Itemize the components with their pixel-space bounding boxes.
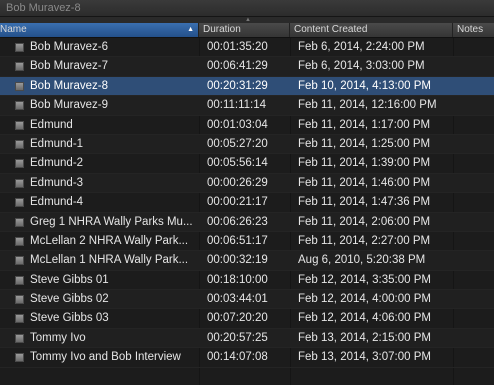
clip-name: Steve Gibbs 02	[30, 293, 109, 306]
clip-content-created: Feb 11, 2014, 2:06:00 PM	[298, 215, 431, 228]
table-row[interactable]: Steve Gibbs 01 00:18:10:00 Feb 12, 2014, 3…	[0, 271, 494, 291]
clip-content-created: Feb 6, 2014, 2:24:00 PM	[298, 41, 425, 53]
clip-content-created: Feb 11, 2014, 1:46:00 PM	[298, 176, 431, 189]
clip-name: McLellan 2 NHRA Wally Park...	[30, 234, 189, 247]
column-header-content-created[interactable]: Content Created	[290, 23, 453, 37]
clip-name: Greg 1 NHRA Wally Parks Mu...	[30, 215, 193, 228]
clip-content-created: Feb 12, 2014, 4:06:00 PM	[298, 312, 431, 325]
clip-name: Steve Gibbs 01	[30, 273, 109, 286]
clip-duration: 00:20:57:25	[207, 331, 268, 344]
column-header-notes[interactable]: Notes	[453, 23, 494, 37]
clip-icon	[15, 159, 24, 169]
clip-duration: 00:00:32:19	[207, 254, 268, 267]
clip-name: Bob Muravez-8	[30, 79, 108, 92]
clip-content-created: Feb 13, 2014, 3:07:00 PM	[298, 351, 431, 364]
clip-icon	[15, 120, 24, 130]
clip-name: Steve Gibbs 03	[30, 312, 109, 325]
table-row[interactable]: Edmund 00:01:03:04 Feb 11, 2014, 1:17:00 P…	[0, 116, 494, 135]
table-row[interactable]: Greg 1 NHRA Wally Parks Mu... 00:06:26:23…	[0, 212, 494, 232]
clip-content-created: Feb 12, 2014, 3:35:00 PM	[298, 273, 431, 286]
table-row[interactable]: McLellan 1 NHRA Wally Park... 00:00:32:19…	[0, 251, 494, 271]
clip-content-created: Feb 11, 2014, 1:17:00 PM	[298, 118, 431, 131]
clip-name: Tommy Ivo	[30, 331, 86, 344]
clip-duration: 00:06:26:23	[207, 215, 268, 228]
clip-duration: 00:01:03:04	[207, 118, 268, 131]
clip-content-created: Feb 6, 2014, 3:03:00 PM	[298, 60, 425, 73]
clip-name: Edmund-4	[30, 196, 84, 209]
clip-name: Bob Muravez-9	[30, 99, 108, 112]
clip-icon	[15, 217, 24, 227]
sort-ascending-icon: ▲	[187, 26, 194, 33]
clip-duration: 00:14:07:08	[207, 351, 268, 364]
clip-duration: 00:00:26:29	[207, 176, 268, 189]
clip-icon	[15, 81, 24, 91]
table-row[interactable]: Edmund-3 00:00:26:29 Feb 11, 2014, 1:46:00…	[0, 173, 494, 194]
table-row[interactable]: Edmund-1 00:05:27:20 Feb 11, 2014, 1:25:00…	[0, 134, 494, 155]
clip-name: Tommy Ivo and Bob Interview	[30, 351, 181, 364]
clip-duration: 00:05:56:14	[207, 157, 268, 170]
table-row[interactable]: Bob Muravez-8 00:20:31:29 Feb 10, 2014, 4:…	[0, 76, 494, 97]
table-row[interactable]: Steve Gibbs 02 00:03:44:01 Feb 12, 2014, 4…	[0, 290, 494, 310]
table-row[interactable]: Edmund-2 00:05:56:14 Feb 11, 2014, 1:39:00…	[0, 154, 494, 174]
window-title: Bob Muravez-8	[0, 0, 494, 17]
clip-content-created: Feb 12, 2014, 4:00:00 PM	[298, 293, 431, 306]
clip-duration: 00:01:35:20	[207, 41, 268, 53]
table-row[interactable]: Bob Muravez-9 00:11:11:14 Feb 11, 2014, 12…	[0, 96, 494, 116]
clip-icon	[15, 256, 24, 266]
clip-name: McLellan 1 NHRA Wally Park...	[30, 254, 189, 267]
table-row[interactable]: McLellan 2 NHRA Wally Park... 00:06:51:17…	[0, 232, 494, 252]
clip-duration: 00:03:44:01	[207, 293, 268, 306]
clip-duration: 00:05:27:20	[207, 137, 268, 150]
clip-icon	[15, 353, 24, 363]
clip-duration: 00:20:31:29	[207, 79, 268, 92]
clip-name: Edmund-3	[30, 176, 84, 189]
clip-icon	[15, 275, 24, 285]
clip-duration: 00:00:21:17	[207, 196, 268, 209]
table-row[interactable]: Tommy Ivo 00:20:57:25 Feb 13, 2014, 2:15:0…	[0, 328, 494, 349]
clip-duration: 00:06:41:29	[207, 60, 268, 73]
table-row[interactable]: Tommy Ivo and Bob Interview 00:14:07:08 Fe…	[0, 348, 494, 368]
clip-name: Edmund-1	[30, 137, 84, 150]
clip-icon	[15, 333, 24, 343]
clip-content-created: Feb 11, 2014, 1:25:00 PM	[298, 137, 431, 150]
table-row[interactable]: Bob Muravez-7 00:06:41:29 Feb 6, 2014, 3:0…	[0, 57, 494, 77]
column-header-name-label: Name	[0, 24, 27, 35]
table-row[interactable]: Steve Gibbs 03 00:07:20:20 Feb 12, 2014, 4…	[0, 309, 494, 329]
clip-duration: 00:06:51:17	[207, 234, 268, 247]
clip-name: Bob Muravez-7	[30, 60, 108, 73]
clip-icon	[15, 236, 24, 246]
clip-content-created: Feb 10, 2014, 4:13:00 PM	[298, 79, 431, 92]
clip-icon	[15, 178, 24, 188]
clip-icon	[15, 295, 24, 305]
clip-icon	[15, 43, 24, 52]
clip-icon	[15, 198, 24, 208]
clip-name: Bob Muravez-6	[30, 41, 108, 53]
clip-duration: 00:18:10:00	[207, 273, 268, 286]
column-header-duration[interactable]: Duration	[199, 23, 290, 37]
clip-content-created: Feb 11, 2014, 2:27:00 PM	[298, 234, 431, 247]
clip-name: Edmund	[30, 118, 73, 131]
clip-content-created: Feb 11, 2014, 12:16:00 PM	[298, 99, 437, 112]
clip-content-created: Feb 11, 2014, 1:47:36 PM	[298, 196, 431, 209]
clip-name: Edmund-2	[30, 157, 84, 170]
clip-icon	[15, 101, 24, 111]
clip-icon	[15, 139, 24, 149]
column-header-row: Name ▲ Duration Content Created Notes	[0, 23, 494, 38]
clip-icon	[15, 62, 24, 72]
clip-content-created: Aug 6, 2010, 5:20:38 PM	[298, 254, 426, 267]
table-row[interactable]: Bob Muravez-6 00:01:35:20 Feb 6, 2014, 2:2…	[0, 38, 494, 58]
clip-duration: 00:11:11:14	[207, 99, 267, 112]
clip-content-created: Feb 13, 2014, 2:15:00 PM	[298, 331, 431, 344]
clip-icon	[15, 314, 24, 324]
clip-content-created: Feb 11, 2014, 1:39:00 PM	[298, 157, 431, 170]
table-row[interactable]: Edmund-4 00:00:21:17 Feb 11, 2014, 1:47:36…	[0, 193, 494, 213]
column-header-name[interactable]: Name ▲	[0, 23, 199, 37]
clip-duration: 00:07:20:20	[207, 312, 268, 325]
clip-list: Bob Muravez-6 00:01:35:20 Feb 6, 2014, 2:2…	[0, 38, 494, 368]
